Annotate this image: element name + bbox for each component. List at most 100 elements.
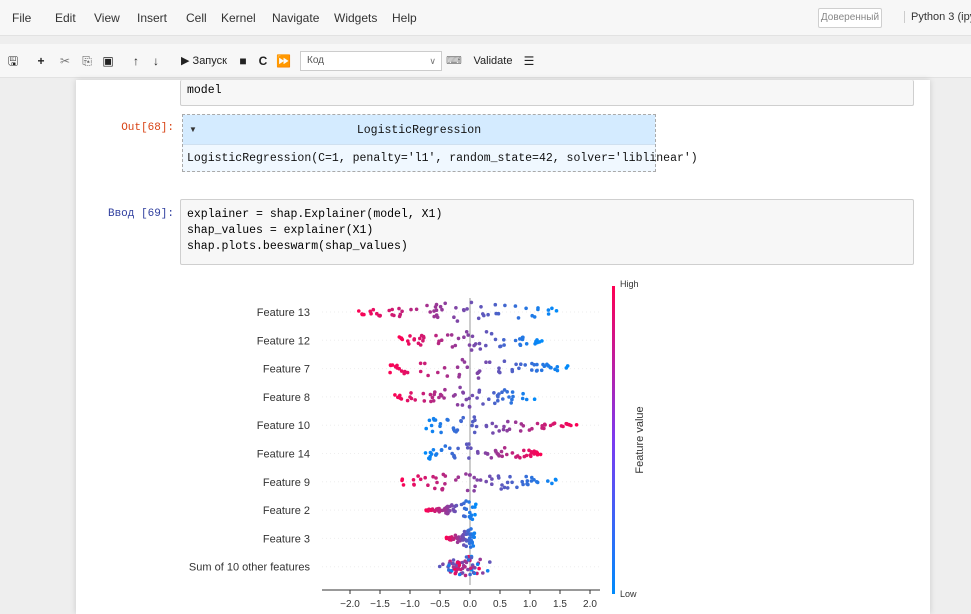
shap-dot xyxy=(423,475,428,480)
shap-dot xyxy=(535,368,539,373)
shap-dot xyxy=(471,544,476,548)
shap-dot xyxy=(469,566,473,571)
shap-dot xyxy=(450,345,455,349)
shap-dot xyxy=(518,429,523,433)
shap-dot xyxy=(464,507,469,512)
shap-dot xyxy=(443,482,447,486)
shap-dot xyxy=(399,336,404,341)
shap-dot xyxy=(423,451,428,455)
shap-dot xyxy=(371,307,376,312)
shap-dot xyxy=(461,415,466,420)
shap-dot xyxy=(450,503,454,507)
shap-dot xyxy=(472,415,477,419)
shap-dot xyxy=(438,422,443,426)
shap-dot xyxy=(449,333,454,337)
shap-dot xyxy=(390,307,395,312)
shap-dot xyxy=(443,444,448,448)
shap-dot xyxy=(437,510,442,514)
shap-dot xyxy=(500,483,504,487)
shap-dot xyxy=(510,369,515,374)
shap-dot xyxy=(518,343,523,348)
shap-dot xyxy=(424,426,429,431)
shap-dot xyxy=(438,392,443,397)
shap-dot xyxy=(445,333,450,337)
shap-dot xyxy=(467,396,472,401)
shap-dot xyxy=(458,385,462,390)
shap-dot xyxy=(471,419,475,424)
shap-dot xyxy=(466,558,471,562)
shap-dot xyxy=(493,302,498,307)
shap-dot xyxy=(426,373,430,378)
shap-dot xyxy=(532,397,537,402)
shap-dot xyxy=(412,337,417,341)
shap-dot xyxy=(433,486,437,491)
shap-dot xyxy=(474,502,478,507)
shap-dot xyxy=(520,396,525,401)
shap-dot xyxy=(488,474,492,479)
shap-dot xyxy=(427,418,432,423)
shap-dot xyxy=(506,419,510,424)
shap-dot xyxy=(455,567,460,571)
shap-dot xyxy=(552,421,557,426)
shap-dot xyxy=(455,365,460,370)
shap-dot xyxy=(479,305,483,309)
shap-dot xyxy=(516,316,521,320)
shap-dot xyxy=(455,560,460,565)
shap-dot xyxy=(477,341,482,346)
shap-dot xyxy=(468,572,472,577)
shap-dot xyxy=(533,342,537,346)
feature-label: Feature 12 xyxy=(257,335,310,347)
shap-dot xyxy=(418,369,423,374)
shap-dot xyxy=(457,572,462,577)
shap-dot xyxy=(434,452,439,456)
shap-dot xyxy=(476,316,481,321)
shap-dot xyxy=(409,396,414,401)
shap-dot xyxy=(502,446,507,450)
shap-dot xyxy=(453,533,458,538)
shap-dot xyxy=(550,306,554,311)
shap-dot xyxy=(513,304,518,308)
shap-dot xyxy=(357,309,361,313)
shap-dot xyxy=(470,334,475,339)
shap-dot xyxy=(536,307,540,312)
shap-dot xyxy=(574,423,579,427)
shap-dot xyxy=(535,421,540,426)
shap-dot xyxy=(502,359,507,364)
shap-dot xyxy=(492,391,496,395)
shap-dot xyxy=(465,446,470,450)
shap-dot xyxy=(555,368,560,373)
shap-dot xyxy=(430,395,435,400)
shap-dot xyxy=(422,335,426,340)
shap-dot xyxy=(540,424,544,428)
row-guides xyxy=(322,311,600,568)
x-tick-label: −1.5 xyxy=(370,599,390,610)
shap-dot xyxy=(477,390,482,394)
shap-dot xyxy=(524,397,529,402)
shap-dot xyxy=(486,312,490,317)
shap-dot xyxy=(505,390,510,394)
x-tick-label: 1.0 xyxy=(523,599,537,610)
shap-dot xyxy=(500,390,504,395)
shap-dot xyxy=(532,449,536,454)
shap-dot xyxy=(530,368,534,372)
shap-dot xyxy=(525,479,530,483)
shap-dot xyxy=(555,365,560,369)
shap-dot xyxy=(542,364,547,369)
shap-dot xyxy=(470,505,475,510)
shap-dot xyxy=(388,370,392,375)
x-tick-label: −1.0 xyxy=(400,599,420,610)
shap-dot xyxy=(465,307,469,311)
shap-dot xyxy=(502,343,506,347)
shap-dot xyxy=(509,401,513,405)
shap-dot xyxy=(497,429,502,433)
shap-dot xyxy=(436,370,440,375)
shap-dot xyxy=(397,314,402,319)
shap-dot xyxy=(460,403,465,407)
shap-dot xyxy=(464,499,468,503)
shap-dot xyxy=(524,474,528,479)
shap-dot xyxy=(476,376,481,380)
shap-dot xyxy=(461,390,465,395)
shap-dot xyxy=(451,558,456,562)
shap-dot xyxy=(377,313,381,318)
shap-dot xyxy=(520,479,524,484)
